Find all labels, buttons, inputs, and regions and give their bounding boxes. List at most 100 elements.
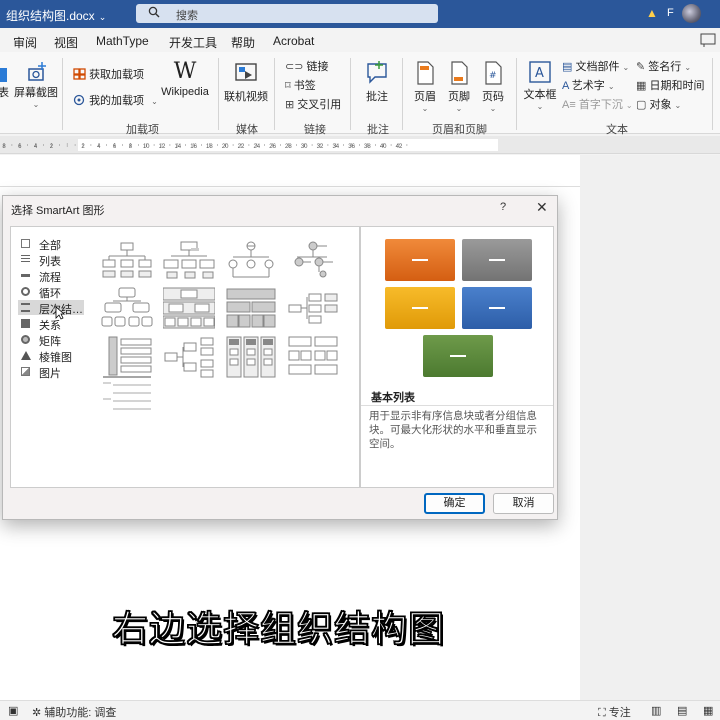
category-list: 全部 列表 流程 循环 层次结… 关系 矩阵 棱锥图 图片 (10, 226, 90, 488)
chevron-down-icon: ⌄ (151, 97, 158, 106)
ruler-label: 2 (50, 144, 54, 150)
cancel-button[interactable]: 取消 (493, 493, 554, 514)
category-process[interactable]: 流程 (18, 268, 84, 284)
ruler-label: 10 (143, 144, 150, 150)
table-button[interactable]: 表 (0, 58, 9, 100)
category-relationship[interactable]: 关系 (18, 316, 84, 332)
object-icon: ▢ (636, 99, 647, 111)
chevron-down-icon: ⌄ (607, 82, 615, 91)
ruler-label: 6 (113, 144, 117, 150)
layout-thumbnail-architecture[interactable] (287, 335, 339, 379)
textbox-label: 文本框 (523, 89, 557, 101)
user-initial[interactable]: F (667, 7, 674, 19)
cycle-icon (21, 287, 30, 296)
tab-review[interactable]: 审阅 (13, 34, 37, 51)
chevron-down-icon: ⌄ (684, 63, 692, 72)
wikipedia-button[interactable]: W Wikipedia (158, 59, 212, 99)
category-label: 矩阵 (39, 336, 61, 348)
datetime-label: 日期和时间 (649, 80, 705, 92)
wikipedia-icon: W (173, 59, 197, 84)
header-button[interactable]: 页眉 ⌄ (410, 60, 440, 113)
addins-group-label: 加载项 (126, 124, 159, 136)
layout-thumbnail-table-hierarchy[interactable] (225, 287, 277, 331)
document-title[interactable]: 组织结构图.docx ⌄ (6, 7, 106, 24)
ruler-label: 4 (34, 144, 38, 150)
page-number-button[interactable]: # 页码 ⌄ (478, 60, 508, 113)
category-list-item[interactable]: 列表 (18, 252, 84, 268)
dropcap-button[interactable]: A≡ 首字下沉 ⌄ (562, 96, 633, 112)
focus-icon: ⛶ (598, 707, 606, 719)
quick-parts-icon: ▤ (562, 61, 573, 73)
page-view-icon[interactable]: ▣ (8, 704, 18, 717)
ruler-label: 20 (222, 144, 229, 150)
layout-thumbnail-circle-picture-hierarchy[interactable] (287, 239, 339, 283)
chevron-down-icon: ⌄ (622, 63, 630, 72)
layout-thumbnail-lined-list-text[interactable] (101, 373, 153, 417)
avatar[interactable] (682, 4, 701, 23)
read-mode-icon[interactable]: ▥ (651, 704, 661, 717)
my-addins-button[interactable]: 我的加载项 ⌄ (73, 92, 158, 108)
category-picture[interactable]: 图片 (18, 364, 84, 380)
search-input[interactable]: 搜索 (136, 4, 438, 23)
object-label: 对象 (649, 99, 672, 111)
chevron-down-icon: ⌄ (625, 101, 633, 110)
screenshot-icon (28, 62, 46, 81)
ruler[interactable]: 8 6 4 2 2 4 6 8 10 12 14 16 18 20 22 24 26 28 30 32 34 36 38 40… (0, 136, 720, 154)
ribbon-tabs: 审阅 视图 MathType 开发工具 帮助 Acrobat (0, 28, 720, 52)
tab-acrobat[interactable]: Acrobat (273, 34, 314, 48)
layout-thumbnail-org-chart[interactable] (101, 239, 153, 283)
layout-thumbnail-half-circle-org-chart[interactable] (225, 239, 277, 283)
tab-view[interactable]: 视图 (54, 34, 78, 51)
category-pyramid[interactable]: 棱锥图 (18, 348, 84, 364)
get-addins-button[interactable]: 获取加载项 (73, 66, 144, 82)
category-cycle[interactable]: 循环 (18, 284, 84, 300)
bookmark-button[interactable]: ⌑ 书签 (285, 77, 316, 93)
page-top-margin (0, 155, 580, 187)
cross-reference-button[interactable]: ⊞ 交叉引用 (285, 96, 341, 112)
quick-parts-button[interactable]: ▤ 文档部件 ⌄ (562, 58, 629, 74)
layout-thumbnail-horizontal-org-chart[interactable] (287, 287, 339, 331)
ribbon: 表 屏幕截图 ⌄ 获取加载项 我的加载项 ⌄ W Wikipedia 加载项 联… (0, 52, 720, 136)
textbox-button[interactable]: A 文本框 ⌄ (522, 60, 558, 111)
page-number-label: 页码 (482, 91, 504, 103)
ruler-label: 22 (238, 144, 245, 150)
layout-thumbnail-hierarchy[interactable] (101, 287, 153, 331)
object-button[interactable]: ▢ 对象 ⌄ (636, 96, 681, 112)
accessibility-status[interactable]: ✲ 辅助功能: 调查 (32, 704, 116, 720)
wordart-button[interactable]: A 艺术字 ⌄ (562, 77, 615, 93)
comment-icon[interactable] (700, 33, 716, 47)
preview-shape-5 (423, 335, 493, 377)
layout-thumbnail-name-title-org-chart[interactable] (163, 239, 215, 283)
ok-button[interactable]: 确定 (424, 493, 485, 514)
picture-icon (21, 367, 30, 376)
category-all[interactable]: 全部 (18, 236, 84, 252)
tab-developer[interactable]: 开发工具 (169, 34, 217, 51)
datetime-button[interactable]: ▦ 日期和时间 (636, 77, 704, 93)
relationship-icon (21, 319, 30, 328)
category-hierarchy[interactable]: 层次结… (18, 300, 84, 316)
tab-help[interactable]: 帮助 (231, 34, 255, 51)
category-label: 图片 (39, 368, 61, 380)
print-layout-icon[interactable]: ▤ (677, 704, 687, 717)
layout-thumbnail-horizontal-hierarchy[interactable] (163, 335, 215, 379)
signature-line-button[interactable]: ✎ 签名行 ⌄ (636, 58, 691, 74)
tab-mathtype[interactable]: MathType (96, 34, 149, 48)
footer-button[interactable]: 页脚 ⌄ (444, 60, 474, 113)
category-label: 流程 (39, 272, 61, 284)
warning-icon[interactable]: ▲ (646, 6, 658, 20)
focus-mode-button[interactable]: ⛶ 专注 (598, 704, 631, 720)
link-button[interactable]: ⊂⊃ 链接 (285, 58, 329, 74)
close-button[interactable]: ✕ (536, 199, 548, 216)
online-video-button[interactable]: 联机视频 (224, 60, 268, 104)
screenshot-button[interactable]: 屏幕截图 ⌄ (14, 58, 58, 109)
category-matrix[interactable]: 矩阵 (18, 332, 84, 348)
layout-thumbnail-lined-list[interactable] (225, 335, 277, 379)
document-title-text: 组织结构图.docx (6, 9, 95, 23)
layout-thumbnail-labeled-hierarchy[interactable] (163, 287, 215, 331)
comment-button[interactable]: 批注 (360, 60, 394, 104)
help-button[interactable]: ? (500, 201, 506, 213)
web-layout-icon[interactable]: ▦ (703, 704, 713, 717)
media-group-label: 媒体 (236, 124, 258, 136)
video-subtitle: 右边选择组织结构图 (111, 608, 446, 651)
ruler-label: 24 (253, 144, 260, 150)
